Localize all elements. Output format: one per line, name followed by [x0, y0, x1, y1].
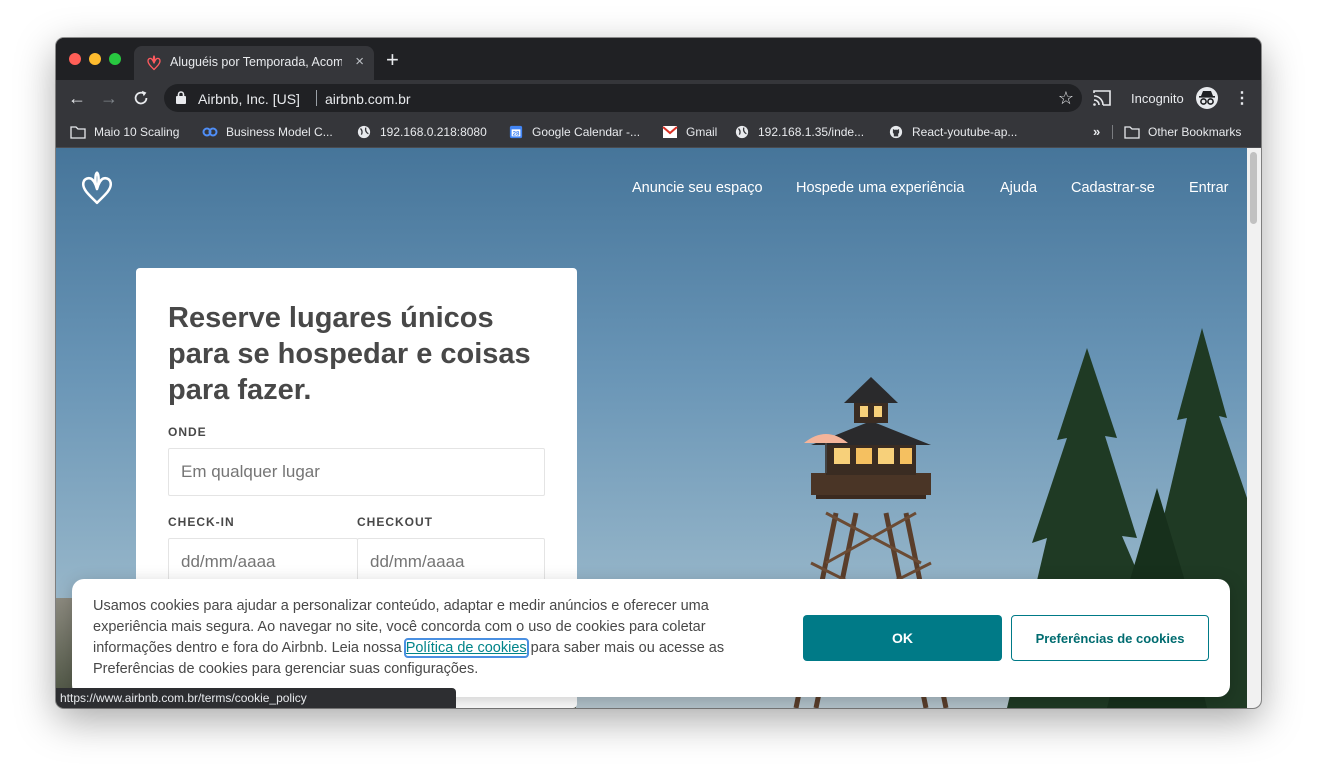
lock-icon [176, 91, 186, 104]
folder-icon [70, 126, 86, 139]
kebab-menu-icon[interactable]: ⋮ [1234, 88, 1250, 108]
page-title: Reserve lugares únicos para se hospedar … [168, 302, 531, 406]
site-identity: Airbnb, Inc. [US] [198, 91, 300, 107]
bookmarks-bar: Maio 10 Scaling Business Model C... 192.… [56, 116, 1261, 148]
close-window-button[interactable] [69, 53, 81, 65]
gmail-icon [662, 126, 678, 138]
tab-close-icon[interactable]: × [355, 53, 364, 70]
where-label: ONDE [168, 425, 207, 439]
bookmark-gmail[interactable]: Gmail [662, 122, 717, 142]
zoom-window-button[interactable] [109, 53, 121, 65]
folder-icon [1124, 126, 1140, 139]
bookmarks-divider [1112, 125, 1113, 139]
incognito-label: Incognito [1131, 91, 1184, 106]
bookmark-local-135[interactable]: 192.168.1.35/inde... [734, 122, 864, 142]
bookmark-star-icon[interactable]: ☆ [1058, 88, 1074, 109]
airbnb-logo-icon[interactable] [80, 170, 114, 206]
nav-login[interactable]: Entrar [1189, 180, 1229, 196]
minimize-window-button[interactable] [89, 53, 101, 65]
link-icon [202, 127, 218, 137]
bookmark-google-calendar[interactable]: 28 Google Calendar -... [508, 122, 640, 142]
calendar-icon: 28 [509, 125, 523, 139]
nav-host-space[interactable]: Anuncie seu espaço [632, 180, 763, 196]
cookie-policy-link[interactable]: Política de cookies [403, 638, 529, 658]
nav-signup[interactable]: Cadastrar-se [1071, 180, 1155, 196]
bookmark-maio-10-scaling[interactable]: Maio 10 Scaling [70, 122, 179, 142]
url-text[interactable]: airbnb.com.br [325, 91, 411, 107]
page-scrollbar[interactable] [1247, 148, 1261, 708]
tab-title: Aluguéis por Temporada, Acom [170, 55, 342, 69]
airbnb-page: Anuncie seu espaço Hospede uma experiênc… [56, 148, 1247, 708]
cookie-message: Usamos cookies para ajudar a personaliza… [93, 598, 725, 677]
nav-help[interactable]: Ajuda [1000, 180, 1037, 196]
airbnb-favicon-icon [147, 55, 161, 71]
nav-host-experience[interactable]: Hospede uma experiência [796, 180, 964, 196]
cookie-preferences-button[interactable]: Preferências de cookies [1011, 615, 1209, 661]
browser-window: Aluguéis por Temporada, Acom × + ← → Air… [56, 38, 1261, 708]
back-icon[interactable]: ← [66, 87, 88, 109]
new-tab-button[interactable]: + [386, 49, 399, 71]
tab-strip: Aluguéis por Temporada, Acom × + [56, 38, 1261, 80]
reload-icon[interactable] [132, 89, 150, 107]
calendar-badge: 28 [513, 131, 520, 138]
cookie-ok-button[interactable]: OK [803, 615, 1002, 661]
scrollbar-thumb[interactable] [1250, 152, 1257, 224]
cookie-banner: Usamos cookies para ajudar a personaliza… [72, 579, 1230, 697]
bookmark-other-bookmarks[interactable]: Other Bookmarks [1124, 122, 1241, 142]
omnibox-divider [316, 90, 317, 106]
forward-icon[interactable]: → [98, 87, 120, 109]
github-icon [889, 125, 903, 139]
address-bar[interactable]: Airbnb, Inc. [US] airbnb.com.br ☆ [164, 84, 1082, 112]
checkin-label: CHECK-IN [168, 515, 235, 529]
browser-toolbar: ← → Airbnb, Inc. [US] airbnb.com.br ☆ In… [56, 80, 1261, 116]
cast-icon[interactable] [1093, 90, 1111, 106]
globe-icon [735, 125, 749, 139]
bookmark-react-youtube[interactable]: React-youtube-ap... [888, 122, 1017, 142]
where-input[interactable] [168, 448, 545, 496]
globe-icon [357, 125, 371, 139]
checkout-label: CHECKOUT [357, 515, 433, 529]
status-bar-url: https://www.airbnb.com.br/terms/cookie_p… [56, 688, 456, 708]
bookmark-business-model[interactable]: Business Model C... [202, 122, 333, 142]
bookmark-local-8080[interactable]: 192.168.0.218:8080 [356, 122, 487, 142]
incognito-icon[interactable] [1196, 87, 1218, 109]
tab-airbnb[interactable]: Aluguéis por Temporada, Acom × [134, 46, 374, 80]
bookmarks-overflow-icon[interactable]: » [1093, 124, 1100, 139]
